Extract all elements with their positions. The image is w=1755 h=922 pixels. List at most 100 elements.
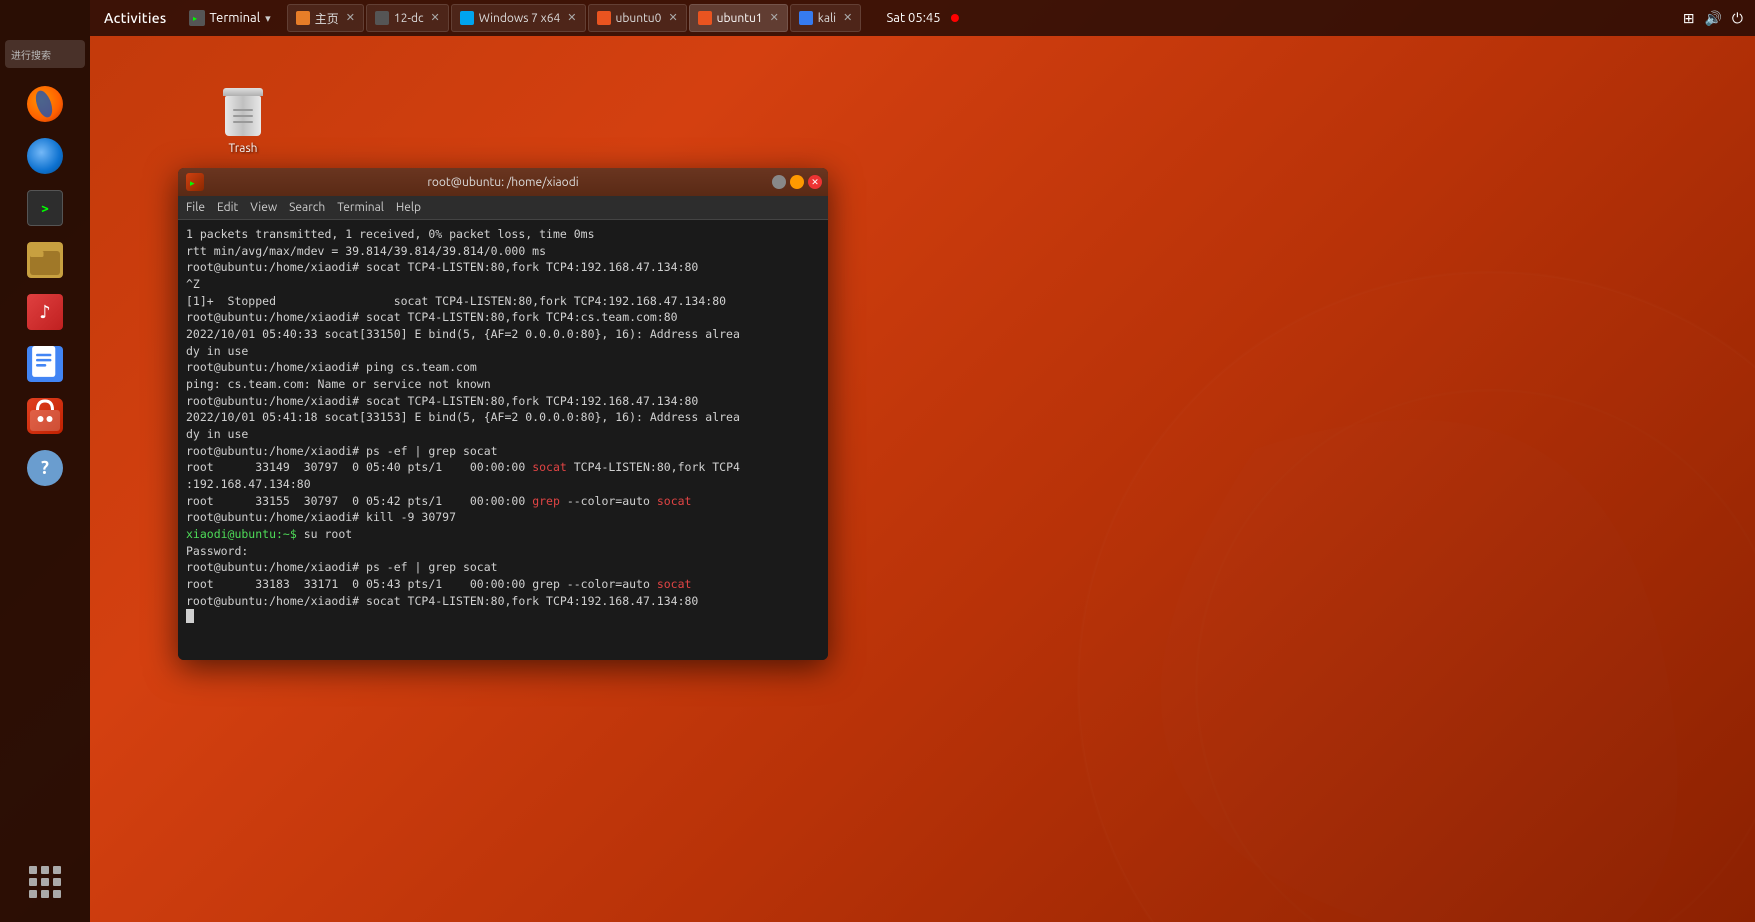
terminal-line: root@ubuntu:/home/xiaodi# socat TCP4-LIS…: [186, 309, 820, 326]
volume-icon[interactable]: 🔊: [1704, 10, 1721, 27]
search-label: 进行搜索: [11, 47, 51, 62]
grid-dot: [53, 866, 61, 874]
win7-tab-label: Windows 7 x64: [479, 12, 561, 25]
terminal-window: ▸ root@ubuntu: /home/xiaodi ✕ File Edit …: [178, 168, 828, 660]
taskbar-terminal-menu[interactable]: ▸ Terminal ▾: [189, 10, 271, 26]
desktop: Trash ▸ root@ubuntu: /home/xiaodi ✕ File…: [90, 36, 1755, 922]
sidebar-item-thunderbird[interactable]: [21, 132, 69, 180]
svg-text:▸: ▸: [193, 14, 197, 23]
tab-win7[interactable]: Windows 7 x64 ✕: [451, 4, 586, 32]
grid-dot: [29, 866, 37, 874]
grid-dot: [53, 878, 61, 886]
12dc-tab-close[interactable]: ✕: [431, 13, 440, 24]
taskbar-right: ⊞ 🔊 ⏻: [1683, 10, 1755, 27]
taskbar: Activities ▸ Terminal ▾ 主页 ✕ 12-dc ✕: [90, 0, 1755, 36]
grid-dot: [41, 878, 49, 886]
terminal-line: [1]+ Stopped socat TCP4-LISTEN:80,fork T…: [186, 293, 820, 310]
terminal-line: root@ubuntu:/home/xiaodi# socat TCP4-LIS…: [186, 393, 820, 410]
cursor: [186, 609, 194, 623]
menu-search[interactable]: Search: [289, 201, 325, 214]
terminal-line: root@ubuntu:/home/xiaodi# ps -ef | grep …: [186, 559, 820, 576]
sidebar-item-terminal[interactable]: [21, 184, 69, 232]
terminal-line: 2022/10/01 05:40:33 socat[33150] E bind(…: [186, 326, 820, 343]
tab-home[interactable]: 主页 ✕: [287, 4, 364, 32]
terminal-line: root 33183 33171 0 05:43 pts/1 00:00:00 …: [186, 576, 820, 593]
terminal-line: ^Z: [186, 276, 820, 293]
trash-label: Trash: [228, 142, 257, 155]
tab-ubuntu0[interactable]: ubuntu0 ✕: [588, 4, 687, 32]
menu-terminal[interactable]: Terminal: [337, 201, 384, 214]
terminal-taskbar-arrow: ▾: [265, 12, 271, 25]
terminal-line: 1 packets transmitted, 1 received, 0% pa…: [186, 226, 820, 243]
12dc-tab-label: 12-dc: [394, 12, 424, 25]
sidebar-item-files[interactable]: [21, 236, 69, 284]
terminal-menubar: File Edit View Search Terminal Help: [178, 196, 828, 220]
kali-tab-icon: [799, 11, 813, 25]
trash-line: [233, 109, 253, 111]
terminal-small-icon: ▸: [189, 10, 205, 26]
home-tab-icon: [296, 11, 310, 25]
terminal-line: ping: cs.team.com: Name or service not k…: [186, 376, 820, 393]
win7-tab-close[interactable]: ✕: [567, 13, 576, 24]
terminal-line: xiaodi@ubuntu:~$ su root: [186, 526, 820, 543]
ubuntu0-tab-close[interactable]: ✕: [668, 13, 677, 24]
menu-edit[interactable]: Edit: [217, 201, 238, 214]
grid-dot: [53, 890, 61, 898]
terminal-taskbar-label: Terminal: [210, 11, 261, 25]
terminal-line: root 33149 30797 0 05:40 pts/1 00:00:00 …: [186, 459, 820, 476]
activities-button[interactable]: Activities: [90, 0, 181, 36]
trash-lid: [223, 88, 263, 96]
grid-dot: [41, 866, 49, 874]
terminal-title: root@ubuntu: /home/xiaodi: [178, 176, 828, 189]
trash-body: [225, 96, 261, 136]
sidebar-item-writer[interactable]: [21, 340, 69, 388]
sidebar-icons: ♪ ?: [21, 80, 69, 858]
close-button[interactable]: ✕: [808, 175, 822, 189]
12dc-tab-icon: [375, 11, 389, 25]
maximize-button[interactable]: [790, 175, 804, 189]
tab-kali[interactable]: kali ✕: [790, 4, 862, 32]
status-indicator: [951, 14, 959, 22]
tab-ubuntu1[interactable]: ubuntu1 ✕: [689, 4, 788, 32]
terminal-line: root@ubuntu:/home/xiaodi# ps -ef | grep …: [186, 443, 820, 460]
power-icon[interactable]: ⏻: [1732, 10, 1743, 27]
terminal-line: 2022/10/01 05:41:18 socat[33153] E bind(…: [186, 409, 820, 426]
sidebar-item-help[interactable]: ?: [21, 444, 69, 492]
menu-view[interactable]: View: [250, 201, 277, 214]
menu-file[interactable]: File: [186, 201, 205, 214]
terminal-line: root@ubuntu:/home/xiaodi# socat TCP4-LIS…: [186, 593, 820, 610]
trash-desktop-icon[interactable]: Trash: [208, 88, 278, 155]
network-icon[interactable]: ⊞: [1683, 10, 1695, 27]
terminal-content[interactable]: 1 packets transmitted, 1 received, 0% pa…: [178, 220, 828, 660]
sidebar-item-rhythmbox[interactable]: ♪: [21, 288, 69, 336]
terminal-line: root@ubuntu:/home/xiaodi# kill -9 30797: [186, 509, 820, 526]
clock[interactable]: Sat 05:45: [886, 11, 940, 25]
terminal-line: dy in use: [186, 343, 820, 360]
terminal-line: rtt min/avg/max/mdev = 39.814/39.814/39.…: [186, 243, 820, 260]
taskbar-center: Sat 05:45: [886, 11, 958, 25]
terminal-window-icon: ▸: [186, 173, 204, 191]
menu-help[interactable]: Help: [396, 201, 421, 214]
home-tab-close[interactable]: ✕: [346, 13, 355, 24]
sidebar-item-store[interactable]: [21, 392, 69, 440]
tab-12dc[interactable]: 12-dc ✕: [366, 4, 449, 32]
trash-can-graphic: [221, 88, 265, 138]
taskbar-tabs: 主页 ✕ 12-dc ✕ Windows 7 x64 ✕ ubuntu0 ✕ u…: [287, 4, 862, 32]
terminal-line: :192.168.47.134:80: [186, 476, 820, 493]
sidebar-search[interactable]: 进行搜索: [5, 40, 85, 68]
bg-decoration: [756, 213, 1755, 922]
show-applications-button[interactable]: [21, 858, 69, 906]
terminal-line: root@ubuntu:/home/xiaodi# socat TCP4-LIS…: [186, 259, 820, 276]
ubuntu1-tab-close[interactable]: ✕: [770, 13, 779, 24]
minimize-button[interactable]: [772, 175, 786, 189]
trash-line: [233, 115, 253, 117]
kali-tab-close[interactable]: ✕: [843, 13, 852, 24]
sidebar-bottom: [21, 858, 69, 906]
terminal-line: root@ubuntu:/home/xiaodi# ping cs.team.c…: [186, 359, 820, 376]
kali-tab-label: kali: [818, 12, 836, 25]
terminal-line: root 33155 30797 0 05:42 pts/1 00:00:00 …: [186, 493, 820, 510]
terminal-line: dy in use: [186, 426, 820, 443]
grid-dot: [41, 890, 49, 898]
sidebar-item-firefox[interactable]: [21, 80, 69, 128]
ubuntu0-tab-label: ubuntu0: [616, 12, 662, 25]
